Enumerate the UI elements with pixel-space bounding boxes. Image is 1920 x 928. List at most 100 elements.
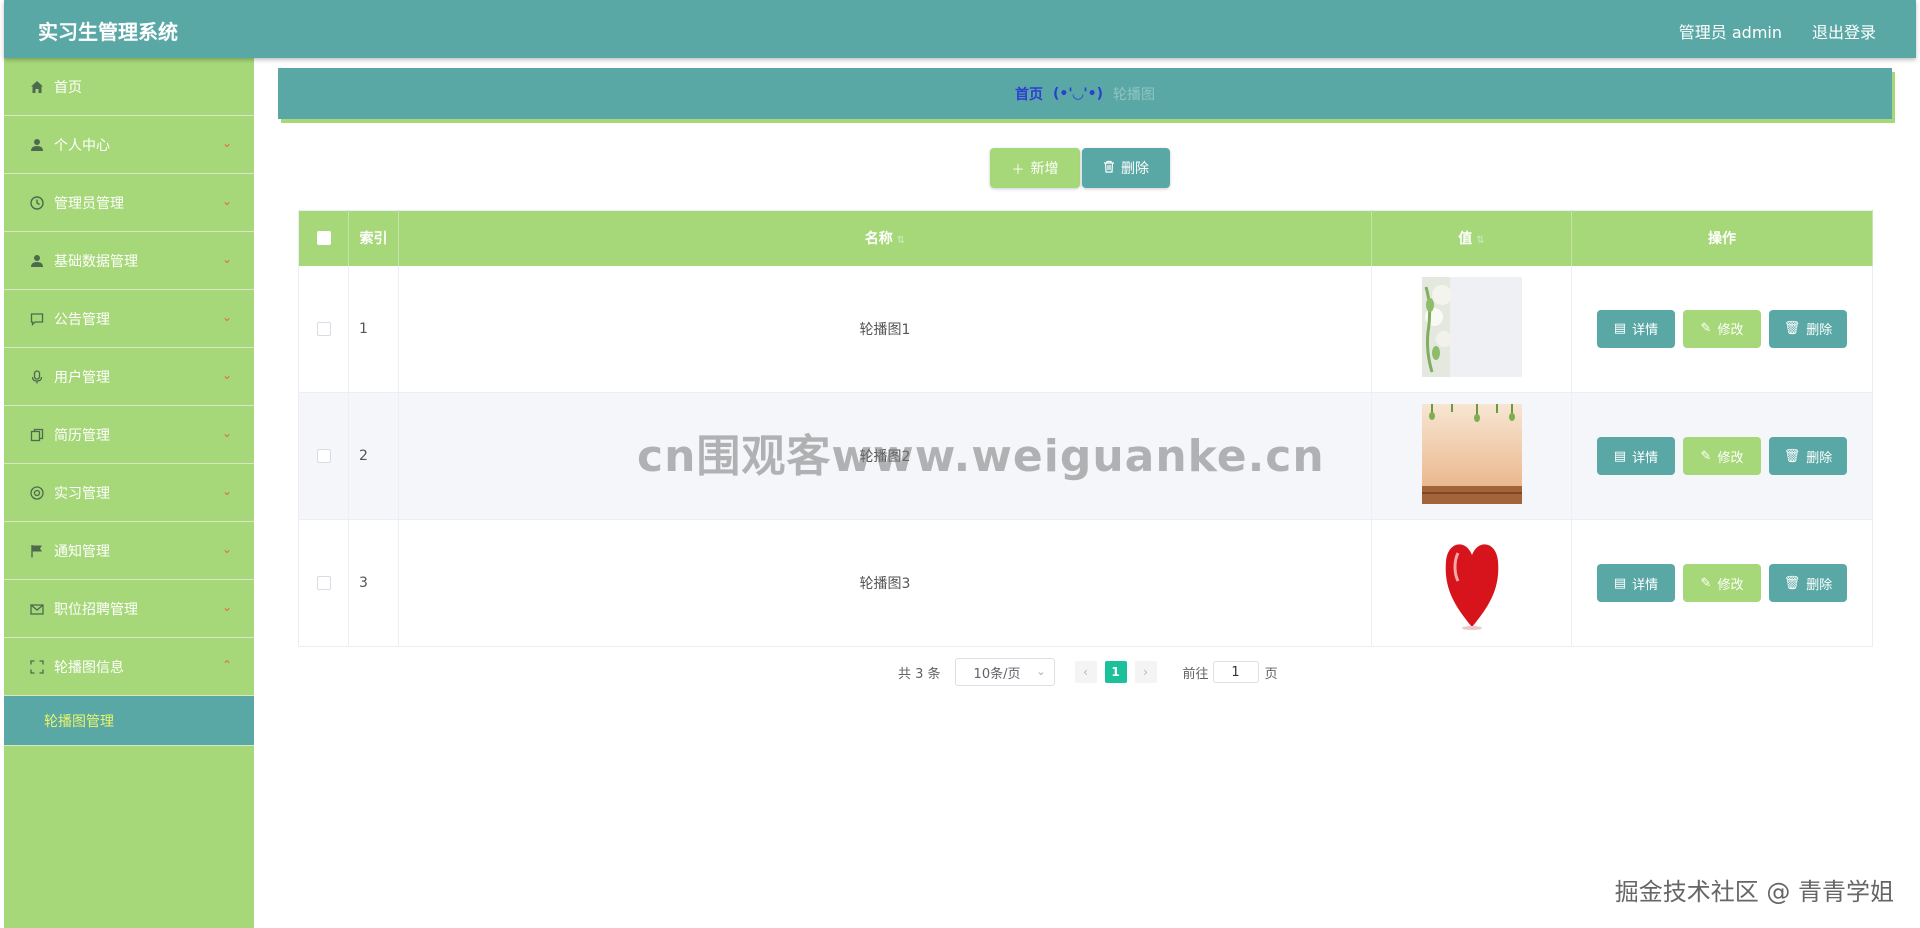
row-index: 2: [348, 392, 399, 520]
add-button-label: 新增: [1030, 161, 1059, 177]
row-select-cell: [298, 265, 349, 393]
sidebar-item-base-data-management[interactable]: 基础数据管理 ⌄: [4, 232, 254, 290]
page-number-current[interactable]: 1: [1104, 661, 1127, 683]
logout-link[interactable]: 退出登录: [1812, 19, 1876, 43]
home-icon: [28, 78, 46, 96]
sidebar-item-job-recruitment-management[interactable]: 职位招聘管理 ⌄: [4, 580, 254, 638]
edit-button[interactable]: ✎ 修改: [1683, 437, 1761, 475]
chevron-down-icon: ⌄: [221, 252, 232, 266]
sidebar-item-label: 基础数据管理: [54, 253, 138, 270]
watermark-corner: 掘金技术社区 @ 青青学姐: [1614, 878, 1894, 906]
breadcrumb-home[interactable]: 首页: [1015, 84, 1043, 104]
sidebar-item-label: 首页: [54, 79, 82, 96]
page-size-select[interactable]: 10条/页 ⌄: [954, 658, 1055, 686]
sidebar-item-admin-management[interactable]: 管理员管理 ⌄: [4, 174, 254, 232]
sidebar-item-label: 实习管理: [54, 485, 110, 502]
carousel-image-thumbnail[interactable]: [1421, 404, 1522, 504]
batch-delete-button[interactable]: 删除: [1082, 148, 1170, 188]
watermark-center: cn围观客www.weiguanke.cn: [637, 431, 1325, 482]
sidebar-item-announcement-management[interactable]: 公告管理 ⌄: [4, 290, 254, 348]
trash-icon: 🗑: [1783, 321, 1801, 337]
user-icon: [28, 136, 46, 154]
edit-button[interactable]: ✎ 修改: [1683, 309, 1761, 348]
chevron-down-icon: ⌄: [221, 368, 232, 382]
document-icon: ▤: [1613, 575, 1627, 591]
add-button[interactable]: ＋ 新增: [990, 148, 1080, 188]
chevron-down-icon: ⌄: [1036, 665, 1046, 678]
row-index: 3: [348, 519, 399, 647]
column-header-name[interactable]: 名称 ⇅: [398, 210, 1372, 266]
edit-icon: ✎: [1700, 575, 1712, 591]
edit-icon: ✎: [1700, 448, 1712, 464]
chevron-down-icon: ⌄: [221, 136, 232, 150]
sidebar-item-resume-management[interactable]: 简历管理 ⌄: [4, 406, 254, 464]
breadcrumb-current: 轮播图: [1113, 86, 1156, 103]
row-checkbox[interactable]: [316, 576, 331, 590]
trash-icon: 🗑: [1783, 448, 1801, 464]
pagination-total: 共 3 条: [898, 666, 941, 682]
sidebar-item-internship-management[interactable]: 实习管理 ⌄: [4, 464, 254, 522]
sidebar-item-label: 公告管理: [54, 311, 110, 328]
goto-label: 前往: [1182, 666, 1209, 682]
document-icon: ▤: [1613, 448, 1627, 464]
sidebar-item-carousel-info[interactable]: 轮播图信息 ⌃: [4, 638, 254, 696]
clock-icon: [28, 194, 46, 212]
sidebar-subitem-label: 轮播图管理: [44, 713, 114, 730]
detail-button[interactable]: ▤ 详情: [1597, 437, 1675, 475]
next-page-button[interactable]: ›: [1134, 661, 1157, 683]
column-header-actions: 操作: [1571, 210, 1873, 266]
delete-button[interactable]: 🗑 删除: [1769, 437, 1847, 475]
select-all-checkbox[interactable]: [316, 231, 331, 246]
column-header-value-label: 值: [1458, 231, 1473, 248]
sidebar-item-notice-management[interactable]: 通知管理 ⌄: [4, 522, 254, 580]
sidebar-item-label: 简历管理: [54, 427, 110, 444]
column-header-value[interactable]: 值 ⇅: [1371, 210, 1572, 266]
delete-button[interactable]: 🗑 删除: [1769, 309, 1847, 348]
copy-icon: [28, 426, 46, 444]
user-icon: [28, 252, 46, 270]
trash-icon: 🗑: [1783, 575, 1801, 591]
target-icon: [28, 484, 46, 502]
sort-icon[interactable]: ⇅: [897, 235, 905, 246]
row-actions: ▤ 详情 ✎ 修改 🗑 删除: [1571, 519, 1873, 647]
sidebar-item-label: 轮播图信息: [54, 659, 124, 676]
delete-button-label: 删除: [1121, 161, 1149, 177]
prev-page-button[interactable]: ‹: [1074, 661, 1097, 683]
pagination: 共 3 条 10条/页 ⌄ ‹ 1 › 前往 页: [898, 658, 1278, 686]
edit-icon: ✎: [1700, 321, 1712, 337]
edit-button[interactable]: ✎ 修改: [1683, 564, 1761, 602]
detail-button-label: 详情: [1632, 450, 1659, 466]
chevron-down-icon: ⌄: [221, 600, 232, 614]
sort-icon[interactable]: ⇅: [1476, 235, 1484, 246]
sidebar-subitem-carousel-management[interactable]: 轮播图管理: [4, 696, 254, 746]
row-checkbox[interactable]: [316, 449, 331, 463]
row-select-cell: [298, 519, 349, 647]
row-value-cell: [1371, 392, 1572, 520]
row-name: 轮播图1: [398, 265, 1372, 393]
row-select-cell: [298, 392, 349, 520]
table-row: 3 轮播图3 ▤ 详情 ✎ 修改 🗑 删除: [298, 519, 1873, 647]
column-header-index: 索引: [348, 210, 399, 266]
app-title: 实习生管理系统: [38, 20, 178, 44]
row-actions: ▤ 详情 ✎ 修改 🗑 删除: [1571, 265, 1873, 393]
sidebar-item-personal-center[interactable]: 个人中心 ⌄: [4, 116, 254, 174]
page-suffix-label: 页: [1264, 666, 1278, 682]
row-checkbox[interactable]: [316, 321, 331, 336]
edit-button-label: 修改: [1717, 577, 1744, 593]
breadcrumb-separator: (•'◡'•): [1052, 85, 1104, 102]
detail-button[interactable]: ▤ 详情: [1597, 564, 1675, 602]
goto-page-input[interactable]: [1212, 661, 1259, 683]
trash-icon: [1103, 160, 1115, 177]
delete-button-label: 删除: [1806, 323, 1833, 339]
carousel-image-thumbnail[interactable]: [1421, 531, 1522, 631]
sidebar-item-user-management[interactable]: 用户管理 ⌄: [4, 348, 254, 406]
delete-button[interactable]: 🗑 删除: [1769, 564, 1847, 602]
plus-icon: ＋: [1011, 162, 1025, 178]
chevron-down-icon: ⌄: [221, 194, 232, 208]
sidebar-item-home[interactable]: 首页: [4, 58, 254, 116]
sidebar-item-label: 管理员管理: [54, 195, 124, 212]
detail-button[interactable]: ▤ 详情: [1597, 309, 1675, 348]
table-header-row: 索引 名称 ⇅ 值 ⇅ 操作: [298, 210, 1873, 266]
edit-button-label: 修改: [1717, 450, 1744, 466]
carousel-image-thumbnail[interactable]: [1421, 276, 1522, 377]
